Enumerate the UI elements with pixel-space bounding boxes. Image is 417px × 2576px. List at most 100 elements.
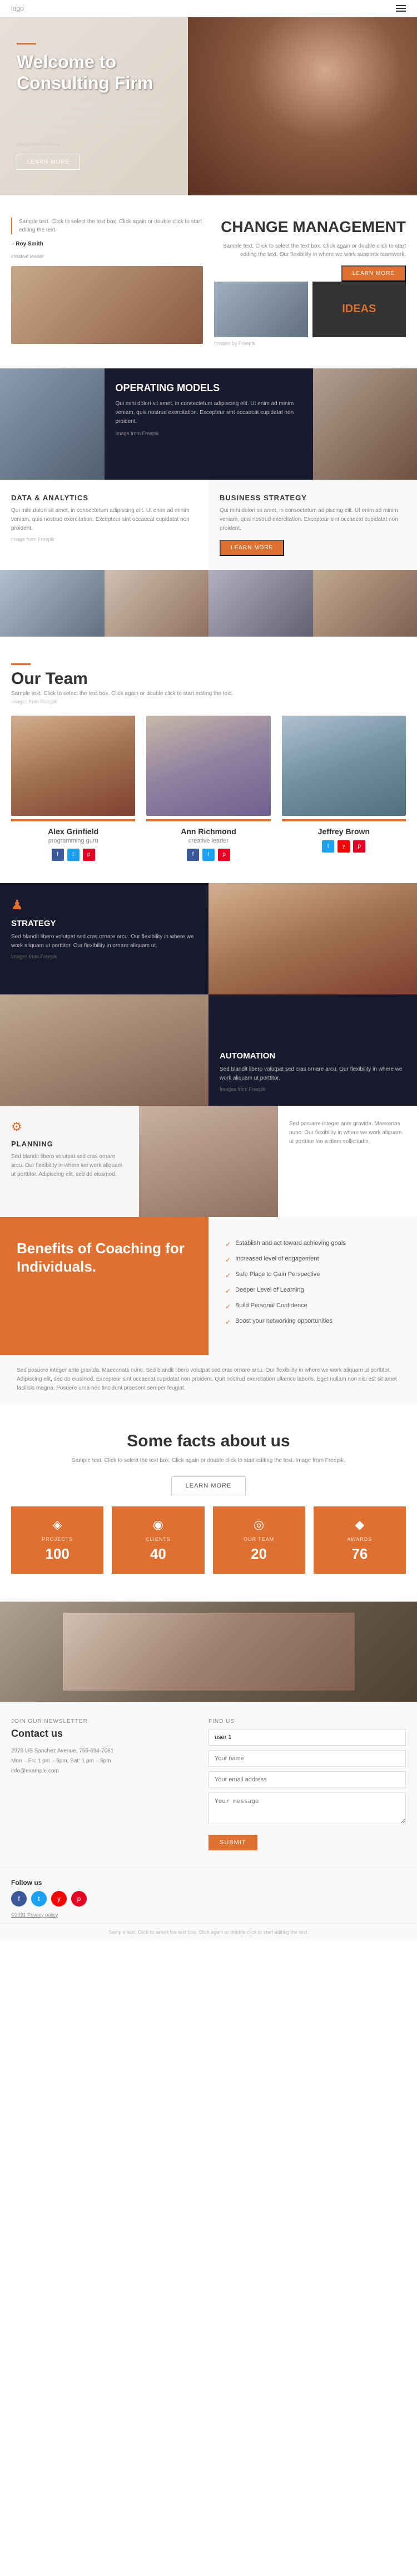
fact-icon-awards: ◆ [322,1518,398,1532]
alex-name: Alex Grinfield [11,827,135,836]
follow-twitter-icon[interactable]: t [31,1891,47,1907]
benefit-text-2: Increased level of engagement [235,1255,319,1263]
jeffrey-photo [282,716,406,816]
our-team-credit: Images from Freepik [11,699,406,705]
team-card-alex: Alex Grinfield programming guru f t p [11,716,135,861]
cm-author: – Roy Smith [11,241,203,247]
footer-email-input[interactable] [209,1771,406,1788]
op-grid: OPERATING MODELS Qui mihi dolori sit ame… [0,368,417,480]
hero-accent-bar [17,43,36,45]
facts-learn-more-button[interactable]: LEARN MORE [171,1476,246,1495]
follow-pinterest-icon[interactable]: p [71,1891,87,1907]
fact-card-team: ◎ OUR TEAM 20 [213,1506,305,1574]
benefit-check-5: ✓ [225,1303,231,1311]
strategy-left: ♟ STRATEGY Sed blandit libero volutpat s… [0,883,209,994]
hero-title: Welcome to Consulting Firm [17,51,177,94]
jeffrey-twitter-icon[interactable]: t [322,840,334,853]
jeffrey-pinterest-icon[interactable]: p [353,840,365,853]
biz-strategy-text: Qui mihi dolori sit amet, in consectetum… [220,506,406,533]
footer-submit-button[interactable]: SUBMIT [209,1835,257,1850]
benefit-item-6: ✓ Boost your networking opportunities [225,1317,400,1326]
op-title: OPERATING MODELS [116,382,302,394]
strategy-credit: Images from Freepik [11,954,197,959]
person-image-1 [0,570,105,637]
benefits-right: ✓ Establish and act toward achieving goa… [209,1217,417,1355]
fact-label-projects: PROJECTS [19,1536,95,1542]
automation-title: AUTOMATION [220,1051,406,1061]
our-team-title: Our Team [11,669,406,688]
footer-name-input-2[interactable] [209,1750,406,1767]
alex-facebook-icon[interactable]: f [52,849,64,861]
fact-label-team: OUR TEAM [221,1536,297,1542]
benefit-check-4: ✓ [225,1287,231,1295]
benefits-section: Benefits of Coaching for Individuals. ✓ … [0,1217,417,1355]
follow-facebook-icon[interactable]: f [11,1891,27,1907]
fact-card-clients: ◉ CLIENTS 40 [112,1506,204,1574]
change-management-section: Sample text. Click to select the text bo… [0,195,417,368]
menu-button[interactable] [396,5,406,12]
ann-social: f t p [146,849,270,861]
hero-learn-more-button[interactable]: LEARN MORE [17,155,80,170]
data-analytics-credit: Image from Freepik [11,536,197,542]
cm-image-2 [214,282,308,337]
alex-role: programming guru [11,838,135,844]
ann-pinterest-icon[interactable]: p [218,849,230,861]
op-image-right [313,368,417,480]
follow-youtube-icon[interactable]: y [51,1891,67,1907]
cm-images: IDEAS [214,282,406,337]
facts-subtext: Sample text. Click to select the text bo… [70,1456,348,1465]
planning-extra-text: Sed posuere integer ante gravida. Maecen… [289,1120,406,1146]
business-strategy-col: BUSINESS STRATEGY Qui mihi dolori sit am… [209,480,417,570]
cm-author-title: creative leader [11,254,203,259]
bottom-image [0,1602,417,1702]
team-card-jeffrey: Jeffrey Brown t y p [282,716,406,861]
hero-section: Welcome to Consulting Firm Lorem ipsum d… [0,17,417,195]
biz-strategy-button[interactable]: LEARN MORE [220,540,284,556]
footer-right: FIND US SUBMIT [209,1718,406,1850]
footer-message-input[interactable] [209,1792,406,1824]
benefit-check-3: ✓ [225,1272,231,1279]
our-team-subtext: Sample text. Click to select the text bo… [11,691,406,697]
jeffrey-bar [282,819,406,821]
automation-credit: Images from Freepik [220,1086,406,1092]
follow-title: Follow us [11,1879,406,1887]
planning-image [139,1106,278,1217]
fact-number-team: 20 [221,1545,297,1563]
data-analytics-col: DATA & ANALYTICS Qui mihi dolori sit ame… [0,480,209,570]
footer-address: 2976 US Sanchez Avenue, 755-694-7061 [11,1746,197,1756]
benefit-text-3: Safe Place to Gain Perspective [235,1270,320,1279]
bottom-credit: Sample text. Click to select the text bo… [0,1923,417,1940]
fact-icon-projects: ◈ [19,1518,95,1532]
privacy-policy-link[interactable]: ©2021 Privacy policy [11,1912,406,1918]
cm-text: Sample text. Click to select the text bo… [214,242,406,259]
alex-photo [11,716,135,816]
alex-pinterest-icon[interactable]: p [83,849,95,861]
footer-email: info@example.com [11,1766,197,1776]
op-image-left [0,368,105,480]
automation-right: AUTOMATION Sed blandit libero volutpat s… [209,994,417,1106]
cm-image-1 [11,266,203,344]
alex-bar [11,819,135,821]
hero-content: Welcome to Consulting Firm Lorem ipsum d… [0,17,188,195]
ann-facebook-icon[interactable]: f [187,849,199,861]
fact-icon-team: ◎ [221,1518,297,1532]
facts-title: Some facts about us [11,1432,406,1451]
strategy-text: Sed blandit libero volutpat sed cras orn… [11,933,197,950]
op-text: Qui mihi dolori sit amet, in consectetum… [116,400,302,426]
strategy-section: ♟ STRATEGY Sed blandit libero volutpat s… [0,883,417,994]
jeffrey-youtube-icon[interactable]: y [337,840,350,853]
ann-twitter-icon[interactable]: t [202,849,215,861]
fact-number-awards: 76 [322,1545,398,1563]
cm-learn-more-button[interactable]: LEARN MORE [341,265,406,282]
footer-name-input-1[interactable] [209,1729,406,1746]
fact-number-clients: 40 [120,1545,196,1563]
planning-section: ⚙ PLANNING Sed blandit libero volutpat s… [0,1106,417,1217]
footer-info: 2976 US Sanchez Avenue, 755-694-7061 Mon… [11,1746,197,1776]
strategy-title: STRATEGY [11,919,197,928]
cm-image-3: IDEAS [312,282,406,337]
fact-label-awards: AWARDS [322,1536,398,1542]
data-analytics-text: Qui mihi dolori sit amet, in consectetum… [11,506,197,533]
cm-quote: Sample text. Click to select the text bo… [11,218,203,234]
cm-credit: Images by Freepik [214,341,406,346]
alex-twitter-icon[interactable]: t [67,849,80,861]
